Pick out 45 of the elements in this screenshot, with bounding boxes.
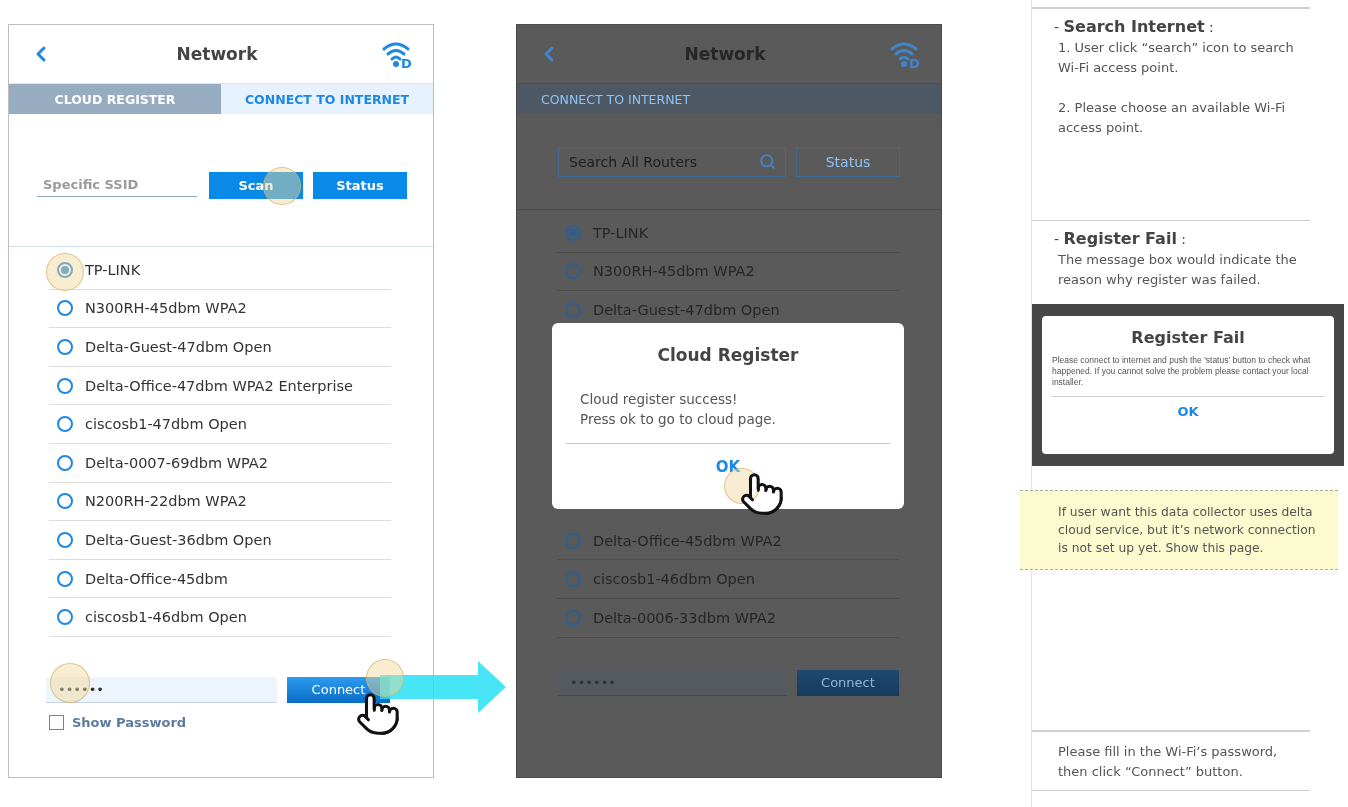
network-name: N300RH-45dbm WPA2 bbox=[85, 300, 247, 317]
connect-button[interactable]: Connect bbox=[796, 669, 899, 696]
status-button[interactable]: Status bbox=[796, 146, 900, 177]
note-text: If user want this data collector uses delta cloud service, but it’s network connection is not set up yet. Show this page. bbox=[1058, 504, 1317, 557]
dialog-title: Register Fail bbox=[1130, 328, 1246, 347]
dialog-message: Cloud register success! Press ok to go to cloud page. bbox=[580, 390, 777, 429]
ok-button[interactable]: OK bbox=[709, 456, 747, 478]
network-item[interactable]: Delta-0007-69dbm WPA2 bbox=[49, 443, 391, 483]
network-name: ciscosb1-46dbm Open bbox=[85, 609, 247, 626]
dialog-message: Please connect to internet and push the 'status' button to check what happened. If you cannot solve the problem please contact your local installer. bbox=[1052, 355, 1312, 388]
network-item[interactable]: N200RH-22dbm WPA2 bbox=[49, 482, 391, 522]
section-heading: - Search Internet : bbox=[1054, 16, 1215, 36]
note-text: Please fill in the Wi-Fi’s password, then click “Connect” button. bbox=[1058, 742, 1279, 781]
dialog-title: Cloud Register bbox=[656, 345, 800, 365]
tab[interactable]: CONNECT TO INTERNET bbox=[221, 84, 433, 114]
step-text: 2. Please choose an available Wi-Fi access point. bbox=[1058, 98, 1287, 137]
network-item[interactable]: ciscosb1-47dbm Open bbox=[49, 405, 391, 444]
ok-button[interactable]: OK bbox=[1171, 403, 1205, 420]
checkbox-label: Show Password bbox=[72, 714, 187, 730]
step-text: 1. User click “search” icon to search Wi-Fi access point. bbox=[1058, 38, 1295, 77]
tab[interactable]: CLOUD REGISTER bbox=[9, 84, 221, 114]
password-field[interactable]: •••••• bbox=[46, 676, 277, 703]
section-heading: - Register Fail : bbox=[1054, 229, 1188, 248]
network-item[interactable]: Delta-Guest-47dbm Open bbox=[49, 328, 391, 367]
network-name: Delta-0007-69dbm WPA2 bbox=[85, 454, 268, 471]
network-name: Delta-Guest-47dbm Open bbox=[85, 339, 272, 355]
note-text: The message box would indicate the reason why register was failed. bbox=[1058, 251, 1298, 289]
network-name: Delta-Guest-36dbm Open bbox=[85, 531, 272, 548]
search-field[interactable]: Search All Routers bbox=[558, 146, 786, 177]
network-item[interactable]: ciscosb1-46dbm Open bbox=[49, 598, 391, 637]
network-item[interactable]: N300RH-45dbm WPA2 bbox=[49, 289, 391, 329]
ssid-field[interactable]: Specific SSID bbox=[37, 173, 197, 197]
network-item[interactable]: Delta-Office-45dbm bbox=[49, 559, 391, 599]
network-name: ciscosb1-47dbm Open bbox=[85, 416, 247, 433]
network-item[interactable]: Delta-Office-47dbm WPA2 Enterprise bbox=[49, 366, 391, 406]
network-item[interactable]: TP-LINK bbox=[49, 251, 391, 290]
tab-bar: CONNECT TO INTERNET bbox=[517, 84, 941, 114]
network-name: N200RH-22dbm WPA2 bbox=[85, 493, 247, 510]
network-name: Delta-Office-47dbm WPA2 Enterprise bbox=[85, 377, 353, 394]
network-item[interactable]: Delta-Guest-36dbm Open bbox=[49, 521, 391, 560]
screen-title: Network bbox=[176, 44, 258, 64]
status-button[interactable]: Status bbox=[313, 171, 407, 199]
scan-button[interactable]: Scan bbox=[209, 171, 303, 199]
network-name: TP-LINK bbox=[85, 261, 141, 278]
network-name: Delta-Office-45dbm bbox=[85, 570, 228, 587]
